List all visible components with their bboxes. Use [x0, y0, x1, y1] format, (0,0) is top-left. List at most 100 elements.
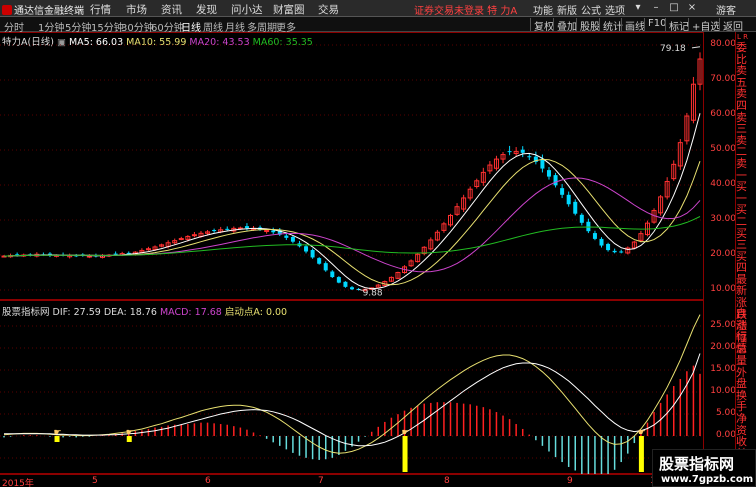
candle-down: [323, 263, 328, 271]
toolbar-overlay[interactable]: 叠加: [553, 18, 577, 33]
macd-tick-label: 15.00: [710, 364, 736, 374]
candle-down: [225, 228, 230, 230]
menu-discover[interactable]: 发现: [196, 2, 217, 17]
side-item[interactable]: 买三: [736, 227, 756, 251]
app-title: 通达信金融终端: [14, 6, 84, 17]
price-tick-label: 40.00: [710, 179, 736, 189]
candle-down: [317, 258, 322, 264]
app-logo: 通达信金融终端: [2, 2, 84, 17]
date-label-sep: 9: [567, 476, 573, 486]
candle-down: [507, 151, 512, 153]
toolbar-back[interactable]: 返回: [719, 18, 743, 33]
side-item[interactable]: 最新: [736, 274, 756, 297]
menu-trade[interactable]: 交易: [318, 2, 339, 17]
menu-news[interactable]: 资讯: [161, 2, 182, 17]
side-item[interactable]: 卖四: [736, 88, 756, 111]
logo-icon: [2, 5, 12, 15]
side-item[interactable]: 买一: [736, 181, 756, 204]
candle-down: [599, 238, 604, 246]
close-icon[interactable]: ×: [684, 0, 700, 16]
date-label-jul: 7: [318, 476, 324, 486]
watermark: 股票指标网 www.7gpzb.com: [652, 449, 756, 487]
hand-icon: ☛: [54, 428, 62, 438]
macd-chart[interactable]: ☛ ☛ ☛ ☛: [0, 300, 704, 474]
side-item[interactable]: 自动: [736, 308, 756, 331]
toolbar-stats[interactable]: 统计: [599, 18, 623, 33]
dropdown-icon[interactable]: ▾: [630, 0, 646, 16]
macd-axis: 25.0020.0015.0010.005.000.00-5.00: [704, 300, 736, 474]
side-item[interactable]: 卖二: [736, 134, 756, 158]
candlestick-chart[interactable]: 79.18 9.88: [0, 32, 704, 300]
price-tick-label: 50.00: [710, 144, 736, 154]
macd-tick-label: 25.00: [710, 320, 736, 330]
candle-down: [566, 194, 571, 205]
trading-terminal: 通达信金融终端 行情 市场 资讯 发现 问小达 财富圈 交易 证券交易未登录 特…: [0, 0, 756, 487]
date-label-year: 2015年: [2, 479, 34, 487]
candle-down: [271, 230, 276, 233]
candle-down: [304, 246, 309, 252]
menu-quotes[interactable]: 行情: [90, 2, 111, 17]
price-tick-label: 60.00: [710, 109, 736, 119]
macd-tick-label: 5.00: [715, 408, 736, 418]
toolbar-adjust[interactable]: 复权: [530, 18, 554, 33]
start-point-marker: [402, 436, 408, 472]
date-label-jun: 6: [205, 476, 211, 486]
period-bar: 分时 1分钟 5分钟 15分钟 30分钟 60分钟 日线 周线 月线 多周期 更…: [0, 17, 756, 34]
toolbar-stock[interactable]: 股股: [576, 18, 600, 33]
menu-function[interactable]: 功能: [533, 2, 553, 17]
menu-formula[interactable]: 公式: [581, 2, 601, 17]
side-item[interactable]: 外盘: [736, 366, 756, 390]
menu-wealth[interactable]: 财富圈: [273, 2, 305, 17]
candle-down: [284, 235, 289, 238]
candle-down: [350, 287, 354, 290]
date-label-may: 5: [92, 476, 98, 486]
toolbar-f10[interactable]: F10: [644, 18, 666, 31]
side-item[interactable]: 净资: [736, 413, 756, 436]
menu-market[interactable]: 市场: [126, 2, 147, 17]
side-panel-auto[interactable]: 自动 行情: [736, 308, 756, 354]
side-item[interactable]: 行情: [736, 331, 756, 354]
side-item[interactable]: 买四: [736, 250, 756, 274]
side-item[interactable]: 委比: [736, 42, 756, 65]
side-item[interactable]: 卖三: [736, 111, 756, 135]
dif-line: [3, 314, 701, 454]
hand-icon: ☛: [126, 428, 134, 438]
candle-up: [86, 255, 92, 258]
login-warning: 证券交易未登录 特 力A: [414, 6, 518, 17]
candle-down: [113, 253, 118, 255]
candle-down: [553, 175, 558, 186]
toolbar-draw[interactable]: 画线: [621, 18, 645, 33]
hand-icon: ☛: [402, 428, 410, 438]
price-tick-label: 70.00: [710, 74, 736, 84]
side-item[interactable]: 买二: [736, 204, 756, 227]
watermark-title: 股票指标网: [659, 455, 735, 473]
menu-options[interactable]: 选项: [605, 2, 625, 17]
low-price-label: 9.88: [363, 288, 383, 298]
price-axis: 80.00 70.00 60.00 50.00 40.00 30.00 20.00 10.00: [704, 32, 736, 300]
side-item[interactable]: 卖五: [736, 65, 756, 88]
minimize-icon[interactable]: –: [648, 0, 664, 16]
candle-down: [290, 236, 295, 242]
toolbar-watchlist[interactable]: +自选: [688, 18, 720, 33]
date-axis: 2015年 5 6 7 8 9 10: [0, 474, 756, 487]
candle-up: [264, 230, 270, 232]
maximize-icon[interactable]: □: [666, 0, 682, 16]
macd-tick-label: 20.00: [710, 342, 736, 352]
ma10-line: [3, 158, 701, 286]
macd-tick-label: 0.00: [715, 430, 736, 440]
candle-down: [343, 281, 348, 287]
candle-down: [573, 201, 578, 214]
corner-label: L R: [737, 33, 748, 41]
candle-down: [546, 170, 551, 177]
guest-label[interactable]: 游客: [716, 2, 736, 17]
side-panel[interactable]: 委比卖五卖四卖三卖二卖一买一买二买三买四最新涨跌涨幅总量外盘换手净资收益: [736, 42, 756, 459]
menu-new-version[interactable]: 新版: [557, 2, 577, 17]
side-item[interactable]: 换手: [736, 389, 756, 413]
candle-down: [579, 214, 584, 223]
side-item[interactable]: 卖一: [736, 158, 756, 181]
high-price-label: 79.18: [660, 44, 686, 54]
high-pointer: [691, 46, 701, 49]
candle-down: [244, 226, 249, 229]
toolbar-mark[interactable]: 标记: [665, 18, 689, 33]
menu-ask[interactable]: 问小达: [231, 2, 263, 17]
